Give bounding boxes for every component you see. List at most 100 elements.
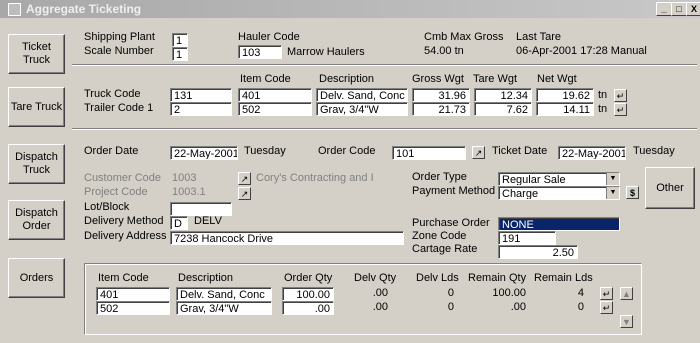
browse-icon[interactable]: ↗: [472, 146, 485, 159]
items-header-order-qty: Order Qty: [284, 272, 333, 284]
chevron-down-icon[interactable]: ▼: [606, 187, 619, 199]
browse-icon[interactable]: ↗: [238, 187, 251, 200]
unit-label: tn: [598, 103, 608, 115]
return-icon[interactable]: ↵: [614, 103, 627, 116]
lot-block-label: Lot/Block: [84, 201, 130, 213]
browse-icon[interactable]: ↗: [238, 172, 251, 185]
truck-description[interactable]: Delv. Sand, Conc: [316, 88, 408, 102]
other-button[interactable]: Other: [645, 167, 695, 209]
scroll-down-button[interactable]: ▼: [620, 315, 633, 328]
delivery-address-label: Delivery Address: [84, 230, 167, 242]
items-row-description[interactable]: Grav, 3/4"W: [176, 301, 272, 315]
items-row-item-code[interactable]: 502: [96, 301, 170, 315]
trailer-code-field[interactable]: 2: [170, 102, 232, 116]
order-type-label: Order Type: [412, 171, 467, 183]
scale-number-label: Scale Number: [84, 45, 154, 57]
items-header-remain-qty: Remain Qty: [468, 272, 527, 284]
items-row-remain-qty: .00: [510, 301, 526, 313]
order-code-label: Order Code: [318, 145, 376, 157]
items-header-description: Description: [178, 272, 234, 284]
trailer-code-label: Trailer Code 1: [84, 102, 154, 114]
tare-wgt-field[interactable]: 12.34: [474, 88, 532, 102]
chevron-down-icon[interactable]: ▼: [606, 173, 619, 185]
net-wgt-field[interactable]: 19.62: [536, 88, 594, 102]
zone-code-field[interactable]: 191: [498, 231, 556, 245]
delivery-method-field[interactable]: D: [170, 216, 188, 230]
tare-truck-button[interactable]: Tare Truck: [8, 87, 65, 127]
items-row-item-code[interactable]: 401: [96, 287, 170, 301]
zone-code-label: Zone Code: [412, 230, 467, 242]
dispatch-truck-button[interactable]: Dispatch Truck: [8, 144, 65, 184]
scale-number-field[interactable]: 1: [172, 47, 188, 61]
window-menu-icon[interactable]: [8, 3, 21, 16]
scroll-up-button[interactable]: ▲: [620, 287, 633, 300]
shipping-plant-field[interactable]: 1: [172, 33, 188, 47]
truck-code-label: Truck Code: [84, 88, 141, 100]
cmb-max-gross-value: 54.00 tn: [424, 45, 464, 57]
gross-wgt-field[interactable]: 31.96: [412, 88, 470, 102]
payment-method-select[interactable]: Charge ▼: [498, 186, 620, 200]
hauler-code-label: Hauler Code: [238, 31, 300, 43]
items-row-delv-qty: .00: [372, 287, 388, 299]
truck-description[interactable]: Grav, 3/4"W: [316, 102, 408, 116]
items-header-item-code: Item Code: [98, 272, 149, 284]
hauler-code-field[interactable]: 103: [238, 45, 282, 59]
project-code-value: 1003.1: [172, 186, 206, 198]
purchase-order-field[interactable]: NONE: [498, 217, 620, 231]
items-row-remain-qty: 100.00: [492, 287, 526, 299]
window-title: Aggregate Ticketing: [26, 2, 142, 16]
order-day: Tuesday: [244, 145, 286, 157]
items-row-order-qty[interactable]: .00: [282, 301, 334, 315]
order-code-field[interactable]: 101: [392, 146, 466, 160]
items-row-delv-lds: 0: [447, 301, 454, 313]
items-row-order-qty[interactable]: 100.00: [282, 287, 334, 301]
net-wgt-field[interactable]: 14.11: [536, 102, 594, 116]
truck-code-field[interactable]: 131: [170, 88, 232, 102]
orders-button[interactable]: Orders: [8, 258, 65, 298]
dollar-button[interactable]: $: [626, 186, 639, 199]
col-net-wgt: Net Wgt: [537, 73, 577, 85]
last-tare-value: 06-Apr-2001 17:28 Manual: [516, 45, 647, 57]
return-icon[interactable]: ↵: [600, 287, 613, 300]
col-item-code: Item Code: [240, 73, 291, 85]
order-type-select[interactable]: Regular Sale ▼: [498, 172, 620, 186]
items-header-delv-qty: Delv Qty: [354, 272, 397, 284]
hauler-name: Marrow Haulers: [287, 46, 365, 58]
shipping-plant-label: Shipping Plant: [84, 31, 155, 43]
title-bar: Aggregate Ticketing _ □ X: [0, 0, 700, 18]
order-date-label: Order Date: [84, 145, 139, 157]
items-row-remain-lds: 4: [577, 287, 584, 299]
last-tare-label: Last Tare: [516, 31, 562, 43]
purchase-order-label: Purchase Order: [412, 217, 490, 229]
ticket-truck-button[interactable]: Ticket Truck: [8, 34, 65, 74]
cartage-rate-label: Cartage Rate: [412, 243, 478, 255]
unit-label: tn: [598, 89, 608, 101]
return-icon[interactable]: ↵: [614, 89, 627, 102]
items-row-description[interactable]: Delv. Sand, Conc: [176, 287, 272, 301]
ticket-date-field[interactable]: 22-May-2001: [558, 146, 626, 160]
items-row-remain-lds: 0: [577, 301, 584, 313]
lot-block-field[interactable]: [170, 202, 232, 216]
customer-code-value: 1003: [172, 172, 197, 184]
close-button[interactable]: X: [686, 2, 700, 16]
cmb-max-gross-label: Cmb Max Gross: [424, 31, 504, 43]
return-icon[interactable]: ↵: [600, 301, 613, 314]
payment-method-label: Payment Method: [412, 185, 496, 197]
truck-item-code[interactable]: 502: [238, 102, 312, 116]
customer-code-label: Customer Code: [84, 172, 162, 184]
customer-name: Cory's Contracting and I: [256, 172, 374, 184]
order-type-value: Regular Sale: [502, 174, 566, 186]
delivery-address-field[interactable]: 7238 Hancock Drive: [170, 231, 404, 245]
cartage-rate-field[interactable]: 2.50: [498, 245, 578, 259]
payment-method-value: Charge: [502, 188, 539, 200]
dispatch-order-button[interactable]: Dispatch Order: [8, 200, 65, 240]
items-header-remain-lds: Remain Lds: [534, 272, 593, 284]
tare-wgt-field[interactable]: 7.62: [474, 102, 532, 116]
minimize-button[interactable]: _: [656, 2, 672, 16]
order-date-field[interactable]: 22-May-2001: [170, 146, 238, 160]
maximize-button[interactable]: □: [671, 2, 687, 16]
ticket-date-label: Ticket Date: [492, 145, 548, 157]
gross-wgt-field[interactable]: 21.73: [412, 102, 470, 116]
truck-item-code[interactable]: 401: [238, 88, 312, 102]
project-code-label: Project Code: [84, 186, 148, 198]
